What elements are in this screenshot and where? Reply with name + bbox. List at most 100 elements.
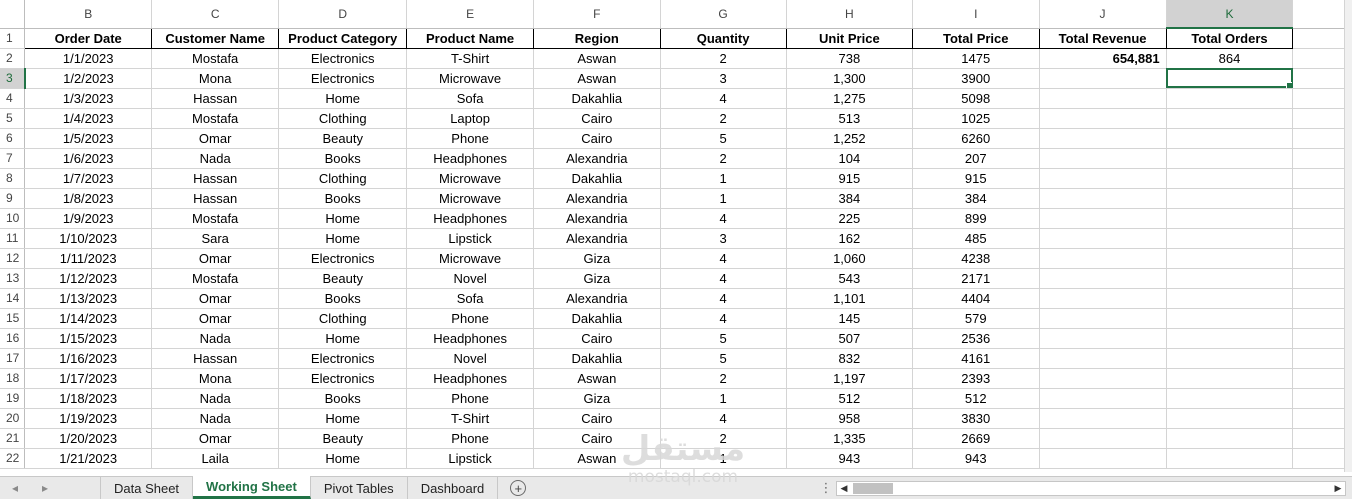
cell[interactable]: Clothing — [278, 108, 408, 129]
cell[interactable]: 1/4/2023 — [24, 108, 152, 129]
cell[interactable]: Dakahlia — [533, 308, 661, 329]
cell[interactable] — [1039, 188, 1167, 209]
cell[interactable]: 1 — [660, 448, 787, 469]
cell[interactable] — [1292, 308, 1352, 329]
row-header[interactable]: 1 — [0, 28, 26, 49]
cell[interactable]: 5 — [660, 328, 787, 349]
cell[interactable]: Dakahlia — [533, 88, 661, 109]
cell[interactable]: 1,101 — [786, 288, 914, 309]
cell[interactable]: Electronics — [278, 348, 408, 369]
cell[interactable]: 6260 — [912, 128, 1040, 149]
column-header-e[interactable]: E — [406, 0, 535, 29]
cell[interactable]: Nada — [151, 148, 280, 169]
cell[interactable]: 1/9/2023 — [24, 208, 152, 229]
cell[interactable] — [1166, 368, 1294, 389]
cell[interactable]: 513 — [786, 108, 914, 129]
cell[interactable]: 2 — [660, 48, 787, 69]
cell[interactable]: 915 — [912, 168, 1040, 189]
cell[interactable]: 579 — [912, 308, 1040, 329]
cell[interactable]: Headphones — [406, 328, 535, 349]
column-header-b[interactable]: B — [24, 0, 152, 29]
cell[interactable] — [1292, 248, 1352, 269]
cell[interactable]: Hassan — [151, 168, 280, 189]
header-cell[interactable]: Total Orders — [1166, 27, 1294, 49]
cell[interactable] — [1292, 408, 1352, 429]
cell[interactable] — [1039, 248, 1167, 269]
cell[interactable]: 485 — [912, 228, 1040, 249]
cell[interactable]: Mona — [151, 68, 280, 89]
row-header[interactable]: 2 — [0, 48, 26, 69]
cell[interactable]: Hassan — [151, 188, 280, 209]
header-cell[interactable]: Total Revenue — [1039, 27, 1167, 49]
cell[interactable]: 832 — [786, 348, 914, 369]
cell[interactable] — [1166, 448, 1294, 469]
ellipsis-icon[interactable]: ⋮ — [816, 477, 836, 499]
cell[interactable]: Phone — [406, 128, 535, 149]
column-header-g[interactable]: G — [660, 0, 787, 29]
cell[interactable] — [1039, 228, 1167, 249]
cell[interactable]: 4 — [660, 308, 787, 329]
cell[interactable]: Omar — [151, 288, 280, 309]
cell[interactable]: 5 — [660, 348, 787, 369]
cell[interactable]: 2 — [660, 428, 787, 449]
row-header[interactable]: 6 — [0, 128, 26, 149]
scroll-thumb[interactable] — [853, 483, 893, 494]
cell[interactable]: 512 — [786, 388, 914, 409]
cell[interactable]: 4161 — [912, 348, 1040, 369]
cell[interactable]: Alexandria — [533, 188, 661, 209]
cell[interactable]: 1/5/2023 — [24, 128, 152, 149]
cell[interactable] — [1166, 328, 1294, 349]
cell[interactable]: 1475 — [912, 48, 1040, 69]
spreadsheet-grid[interactable]: BCDEFGHIJK 1 Order Date Customer Name Produ… — [0, 0, 1352, 472]
cell[interactable]: 2171 — [912, 268, 1040, 289]
row-header[interactable]: 17 — [0, 348, 26, 369]
total-orders-value[interactable]: 864 — [1166, 48, 1294, 69]
cell[interactable] — [1292, 128, 1352, 149]
cell[interactable]: 1/3/2023 — [24, 88, 152, 109]
row-header[interactable]: 11 — [0, 228, 26, 249]
cell[interactable]: Cairo — [533, 328, 661, 349]
cell[interactable]: 1/18/2023 — [24, 388, 152, 409]
cell[interactable]: Headphones — [406, 208, 535, 229]
cell[interactable]: Aswan — [533, 48, 661, 69]
cell[interactable]: Electronics — [278, 68, 408, 89]
cell[interactable]: Sara — [151, 228, 280, 249]
cell[interactable] — [1292, 388, 1352, 409]
cell[interactable]: 1/11/2023 — [24, 248, 152, 269]
cell[interactable]: 738 — [786, 48, 914, 69]
cell[interactable]: 5098 — [912, 88, 1040, 109]
cell[interactable]: Cairo — [533, 408, 661, 429]
cell[interactable] — [1292, 428, 1352, 449]
add-sheet-button[interactable]: + — [498, 477, 538, 499]
tab-dashboard[interactable]: Dashboard — [408, 477, 499, 499]
cell[interactable]: T-Shirt — [406, 48, 535, 69]
cell[interactable] — [1039, 208, 1167, 229]
cell[interactable] — [1166, 128, 1294, 149]
cell[interactable]: Novel — [406, 348, 535, 369]
cell[interactable]: 915 — [786, 168, 914, 189]
cell[interactable]: Sofa — [406, 288, 535, 309]
cell[interactable] — [1039, 308, 1167, 329]
column-header-d[interactable]: D — [278, 0, 408, 29]
cell[interactable]: Home — [278, 328, 408, 349]
cell[interactable] — [1166, 148, 1294, 169]
cell[interactable] — [1166, 228, 1294, 249]
cell[interactable] — [1166, 208, 1294, 229]
cell[interactable] — [1166, 348, 1294, 369]
row-header[interactable]: 4 — [0, 88, 26, 109]
vertical-scrollbar[interactable] — [1344, 0, 1352, 472]
tab-data-sheet[interactable]: Data Sheet — [100, 477, 194, 499]
cell[interactable] — [1166, 288, 1294, 309]
cell[interactable]: Headphones — [406, 148, 535, 169]
cell[interactable] — [1292, 88, 1352, 109]
cell[interactable]: Books — [278, 288, 408, 309]
tab-working-sheet[interactable]: Working Sheet — [193, 476, 311, 499]
cell[interactable]: Cairo — [533, 108, 661, 129]
cell[interactable]: Omar — [151, 308, 280, 329]
cell[interactable]: Omar — [151, 428, 280, 449]
cell[interactable] — [1292, 168, 1352, 189]
cell[interactable] — [1292, 268, 1352, 289]
cell[interactable]: Aswan — [533, 368, 661, 389]
cell[interactable]: 4404 — [912, 288, 1040, 309]
cell[interactable]: Giza — [533, 388, 661, 409]
